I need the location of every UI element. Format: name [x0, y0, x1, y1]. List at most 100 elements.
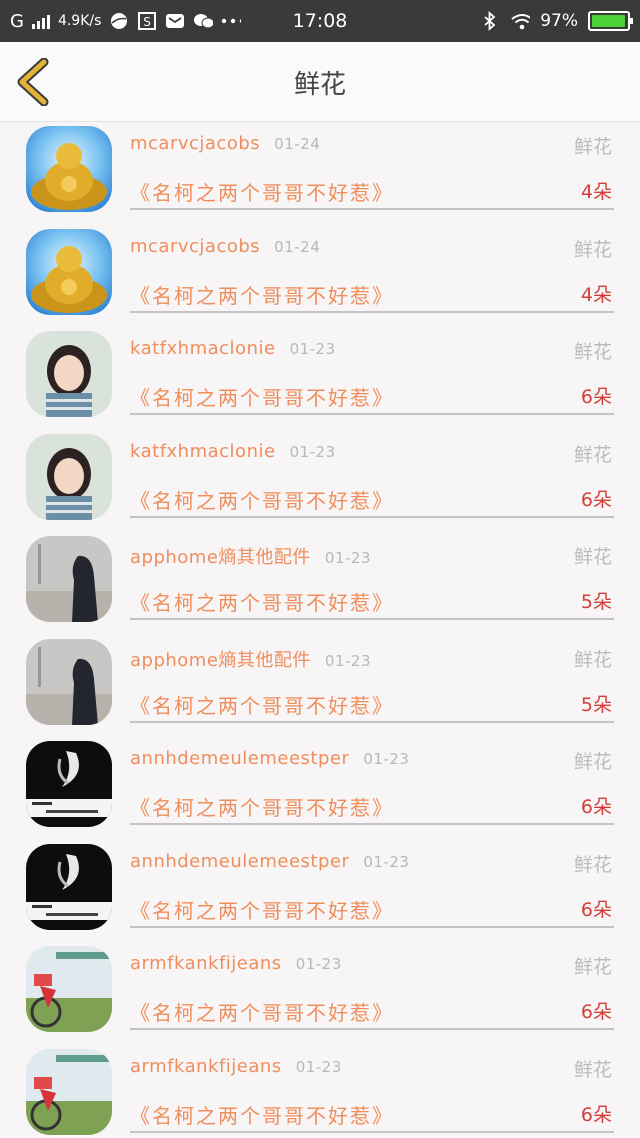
book-title[interactable]: 《名柯之两个哥哥不好惹》	[130, 382, 394, 411]
username-text: annhdemeulemeestper	[130, 850, 350, 872]
ball-icon	[109, 11, 129, 31]
gift-type: 鲜花	[573, 956, 612, 978]
username-text: mcarvcjacobs	[130, 133, 261, 154]
flower-count: 6朵	[580, 1001, 612, 1023]
divider	[130, 720, 614, 723]
book-title[interactable]: 《名柯之两个哥哥不好惹》	[130, 997, 394, 1026]
book-title[interactable]: 《名柯之两个哥哥不好惹》	[130, 485, 394, 514]
list-item[interactable]: armfkankfijeans 01-23 鲜花 《名柯之两个哥哥不好惹》 6朵	[0, 942, 640, 1045]
divider	[130, 1130, 614, 1133]
flower-count: 6朵	[580, 488, 612, 511]
record-date: 01-23	[295, 955, 342, 973]
wifi-icon	[510, 11, 531, 31]
username-text: armfkankfijeans	[130, 953, 282, 974]
flower-count: 6朵	[580, 898, 612, 921]
record-date: 01-24	[274, 237, 321, 256]
avatar[interactable]	[26, 741, 112, 827]
username[interactable]: mcarvcjacobs 01-24	[130, 133, 320, 154]
flower-count: 6朵	[580, 796, 612, 818]
s-app-icon: S	[137, 11, 157, 31]
flower-count: 4朵	[580, 181, 612, 203]
gift-type: 鲜花	[573, 1058, 612, 1081]
list-item[interactable]: mcarvcjacobs 01-24 鲜花 《名柯之两个哥哥不好惹》 4朵	[0, 122, 640, 225]
username-text: annhdemeulemeestper	[130, 748, 350, 769]
avatar[interactable]	[26, 126, 112, 212]
network-type: G	[10, 10, 24, 32]
divider	[130, 310, 614, 313]
mail-icon	[165, 11, 185, 31]
username[interactable]: katfxhmaclonie 01-23	[130, 441, 336, 462]
list-item[interactable]: apphome熵其他配件 01-23 鲜花 《名柯之两个哥哥不好惹》 5朵	[0, 532, 640, 635]
signal-icon	[31, 13, 50, 29]
list-item[interactable]: armfkankfijeans 01-23 鲜花 《名柯之两个哥哥不好惹》 6朵	[0, 1045, 640, 1138]
nav-bar: 鲜花	[0, 42, 640, 122]
username-text: apphome熵其他配件	[130, 649, 311, 671]
gift-type: 鲜花	[573, 443, 612, 466]
flower-count: 4朵	[580, 283, 612, 306]
avatar[interactable]	[26, 433, 112, 520]
divider	[130, 515, 614, 518]
book-title[interactable]: 《名柯之两个哥哥不好惹》	[130, 895, 394, 924]
book-title[interactable]: 《名柯之两个哥哥不好惹》	[130, 792, 394, 821]
gift-type: 鲜花	[573, 136, 612, 158]
battery-icon	[588, 11, 633, 31]
username[interactable]: armfkankfijeans 01-23	[130, 1056, 342, 1077]
username[interactable]: annhdemeulemeestper 01-23	[130, 851, 409, 872]
battery-percent: 97%	[540, 11, 578, 31]
record-date: 01-23	[324, 549, 372, 567]
avatar[interactable]	[26, 843, 112, 930]
list-item[interactable]: apphome熵其他配件 01-23 鲜花 《名柯之两个哥哥不好惹》 5朵	[0, 635, 640, 738]
list-item[interactable]: katfxhmaclonie 01-23 鲜花 《名柯之两个哥哥不好惹》 6朵	[0, 430, 640, 533]
list-item[interactable]: katfxhmaclonie 01-23 鲜花 《名柯之两个哥哥不好惹》 6朵	[0, 327, 640, 430]
status-right: 97%	[480, 11, 633, 31]
username-text: armfkankfijeans	[130, 1055, 282, 1077]
book-title[interactable]: 《名柯之两个哥哥不好惹》	[130, 690, 394, 719]
username[interactable]: apphome熵其他配件 01-23	[130, 543, 371, 569]
avatar[interactable]	[26, 1048, 112, 1135]
username[interactable]: armfkankfijeans 01-23	[130, 953, 342, 974]
flower-count: 5朵	[580, 693, 612, 716]
username[interactable]: annhdemeulemeestper 01-23	[130, 748, 409, 769]
more-dots-icon	[221, 11, 242, 31]
wechat-icon	[193, 11, 214, 31]
bluetooth-icon	[480, 11, 500, 31]
status-bar: G 4.9K/s S 17:08 97%	[0, 0, 640, 42]
record-date: 01-23	[289, 340, 336, 358]
record-date: 01-24	[274, 135, 321, 153]
username-text: apphome熵其他配件	[130, 547, 311, 568]
username-text: katfxhmaclonie	[130, 440, 276, 462]
book-title[interactable]: 《名柯之两个哥哥不好惹》	[130, 587, 394, 616]
username[interactable]: apphome熵其他配件 01-23	[130, 646, 371, 672]
flower-count: 6朵	[580, 386, 612, 408]
book-title[interactable]: 《名柯之两个哥哥不好惹》	[130, 177, 394, 206]
list-item[interactable]: mcarvcjacobs 01-24 鲜花 《名柯之两个哥哥不好惹》 4朵	[0, 225, 640, 328]
divider	[130, 413, 614, 415]
username-text: mcarvcjacobs	[130, 235, 261, 257]
username[interactable]: katfxhmaclonie 01-23	[130, 338, 336, 359]
page-title: 鲜花	[293, 70, 346, 100]
book-title[interactable]: 《名柯之两个哥哥不好惹》	[130, 280, 394, 309]
gift-type: 鲜花	[573, 238, 612, 261]
avatar[interactable]	[26, 536, 112, 622]
list-item[interactable]: annhdemeulemeestper 01-23 鲜花 《名柯之两个哥哥不好惹》…	[0, 737, 640, 840]
gift-type: 鲜花	[573, 751, 612, 773]
gift-type: 鲜花	[573, 341, 612, 363]
avatar[interactable]	[26, 638, 112, 725]
gift-type: 鲜花	[573, 853, 612, 876]
divider	[130, 208, 614, 210]
divider	[130, 618, 614, 620]
divider	[130, 925, 614, 928]
network-speed: 4.9K/s	[57, 13, 102, 29]
status-left: G 4.9K/s S	[10, 11, 270, 32]
username[interactable]: mcarvcjacobs 01-24	[130, 236, 320, 257]
book-title[interactable]: 《名柯之两个哥哥不好惹》	[130, 1100, 394, 1129]
record-date: 01-23	[363, 750, 410, 768]
list-item[interactable]: annhdemeulemeestper 01-23 鲜花 《名柯之两个哥哥不好惹》…	[0, 840, 640, 943]
avatar[interactable]	[26, 331, 112, 417]
svg-text:S: S	[144, 15, 152, 29]
gift-type: 鲜花	[573, 648, 612, 671]
divider	[130, 1028, 614, 1030]
avatar[interactable]	[26, 946, 112, 1032]
avatar[interactable]	[26, 228, 112, 315]
record-date: 01-23	[289, 442, 336, 461]
